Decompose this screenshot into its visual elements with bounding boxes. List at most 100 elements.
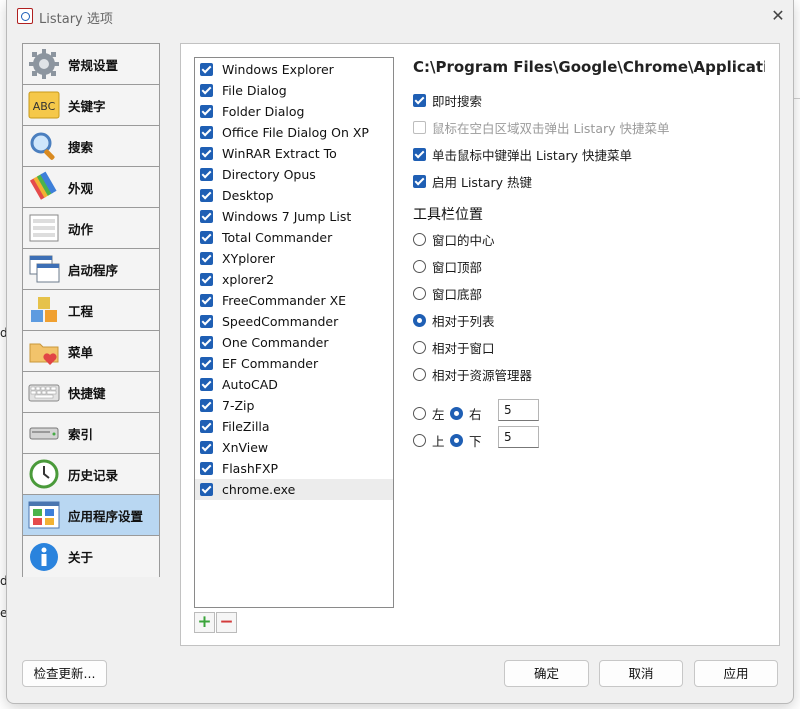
checkbox-checked[interactable] (413, 94, 426, 107)
sidebar-item-project[interactable]: 工程 (23, 290, 159, 331)
checkbox-checked[interactable] (413, 148, 426, 161)
sidebar-item-menu[interactable]: 菜单 (23, 331, 159, 372)
checkbox-checked[interactable] (200, 294, 213, 307)
list-item[interactable]: 7-Zip (195, 395, 393, 416)
radio-relative-explorer[interactable]: 相对于资源管理器 (413, 365, 532, 384)
radio-button-selected[interactable] (450, 434, 463, 447)
instant-search-option[interactable]: 即时搜索 (413, 91, 482, 110)
keyboard-icon (28, 384, 60, 402)
checkbox-checked[interactable] (200, 147, 213, 160)
list-item[interactable]: xplorer2 (195, 269, 393, 290)
list-item[interactable]: WinRAR Extract To (195, 143, 393, 164)
checkbox-checked[interactable] (200, 336, 213, 349)
list-item[interactable]: Directory Opus (195, 164, 393, 185)
list-item[interactable]: File Dialog (195, 80, 393, 101)
sidebar-item-keywords[interactable]: ABC 关键字 (23, 85, 159, 126)
list-item[interactable]: FreeCommander XE (195, 290, 393, 311)
list-item[interactable]: SpeedCommander (195, 311, 393, 332)
radio-bottom[interactable]: 下 (450, 431, 482, 450)
radio-button-selected[interactable] (450, 407, 463, 420)
list-item[interactable]: Windows 7 Jump List (195, 206, 393, 227)
sidebar-item-about[interactable]: 关于 (23, 536, 159, 577)
category-sidebar: 常规设置 ABC 关键字 搜索 外观 动作 启动程序 工程 菜单 快捷键 索引 … (22, 43, 160, 577)
checkbox-checked[interactable] (200, 357, 213, 370)
radio-relative-window[interactable]: 相对于窗口 (413, 338, 495, 357)
checkbox-checked[interactable] (200, 483, 213, 496)
list-item[interactable]: EF Commander (195, 353, 393, 374)
radio-button[interactable] (413, 341, 426, 354)
checkbox-checked[interactable] (413, 175, 426, 188)
checkbox-checked[interactable] (200, 231, 213, 244)
radio-button[interactable] (413, 368, 426, 381)
horizontal-offset-field[interactable]: 5 (498, 399, 539, 421)
vertical-offset-field[interactable]: 5 (498, 426, 539, 448)
radio-right[interactable]: 右 (450, 404, 482, 423)
checkbox-checked[interactable] (200, 105, 213, 118)
list-item[interactable]: XnView (195, 437, 393, 458)
radio-button[interactable] (413, 260, 426, 273)
radio-window-top[interactable]: 窗口顶部 (413, 257, 482, 276)
checkbox-checked[interactable] (200, 126, 213, 139)
close-button[interactable]: ✕ (767, 5, 789, 27)
windows-icon (29, 255, 60, 283)
app-settings-panel: Windows Explorer File Dialog Folder Dial… (180, 43, 780, 646)
cancel-button[interactable]: 取消 (599, 660, 683, 687)
sidebar-item-index[interactable]: 索引 (23, 413, 159, 454)
checkbox-checked[interactable] (200, 378, 213, 391)
list-item[interactable]: Folder Dialog (195, 101, 393, 122)
sidebar-item-hotkeys[interactable]: 快捷键 (23, 372, 159, 413)
radio-top[interactable]: 上 (413, 431, 445, 450)
checkbox-checked[interactable] (200, 315, 213, 328)
list-item[interactable]: Desktop (195, 185, 393, 206)
list-item-label: EF Commander (222, 356, 319, 371)
add-app-button[interactable]: + (194, 612, 215, 633)
checkbox-checked[interactable] (200, 399, 213, 412)
sidebar-item-app-settings[interactable]: 应用程序设置 (23, 495, 159, 536)
list-item[interactable]: Total Commander (195, 227, 393, 248)
radio-relative-list[interactable]: 相对于列表 (413, 311, 495, 330)
radio-window-bottom[interactable]: 窗口底部 (413, 284, 482, 303)
list-item[interactable]: FlashFXP (195, 458, 393, 479)
checkbox-checked[interactable] (200, 63, 213, 76)
radio-window-center[interactable]: 窗口的中心 (413, 230, 495, 249)
checkbox-checked[interactable] (200, 168, 213, 181)
sidebar-item-label: 外观 (68, 180, 94, 196)
list-item-selected[interactable]: chrome.exe (195, 479, 393, 500)
list-item[interactable]: FileZilla (195, 416, 393, 437)
sidebar-item-actions[interactable]: 动作 (23, 208, 159, 249)
checkbox-checked[interactable] (200, 441, 213, 454)
list-item[interactable]: AutoCAD (195, 374, 393, 395)
checkbox-checked[interactable] (200, 462, 213, 475)
radio-button[interactable] (413, 233, 426, 246)
sidebar-item-search[interactable]: 搜索 (23, 126, 159, 167)
list-item[interactable]: Office File Dialog On XP (195, 122, 393, 143)
sidebar-item-history[interactable]: 历史记录 (23, 454, 159, 495)
sidebar-item-general[interactable]: 常规设置 (23, 44, 159, 85)
checkbox-checked[interactable] (200, 420, 213, 433)
check-update-button[interactable]: 检查更新... (22, 660, 107, 687)
ok-button[interactable]: 确定 (504, 660, 589, 687)
application-list[interactable]: Windows Explorer File Dialog Folder Dial… (194, 57, 394, 608)
apply-button[interactable]: 应用 (694, 660, 778, 687)
checkbox-checked[interactable] (200, 189, 213, 202)
remove-app-button[interactable]: − (216, 612, 237, 633)
radio-button[interactable] (413, 434, 426, 447)
radio-button-selected[interactable] (413, 314, 426, 327)
list-item[interactable]: XYplorer (195, 248, 393, 269)
sidebar-item-appearance[interactable]: 外观 (23, 167, 159, 208)
list-item[interactable]: One Commander (195, 332, 393, 353)
middle-click-menu-option[interactable]: 单击鼠标中键弹出 Listary 快捷菜单 (413, 145, 632, 164)
list-item[interactable]: Windows Explorer (195, 59, 393, 80)
list-item-label: Windows Explorer (222, 62, 334, 77)
checkbox-checked[interactable] (200, 84, 213, 97)
radio-left[interactable]: 左 (413, 404, 445, 423)
enable-hotkey-option[interactable]: 启用 Listary 热键 (413, 172, 532, 191)
checkbox-checked[interactable] (200, 210, 213, 223)
plus-icon: + (197, 612, 212, 632)
radio-button[interactable] (413, 407, 426, 420)
sidebar-item-launcher[interactable]: 启动程序 (23, 249, 159, 290)
radio-button[interactable] (413, 287, 426, 300)
checkbox-checked[interactable] (200, 273, 213, 286)
checkbox-checked[interactable] (200, 252, 213, 265)
title-bar[interactable]: Listary 选项 ✕ (7, 0, 793, 32)
